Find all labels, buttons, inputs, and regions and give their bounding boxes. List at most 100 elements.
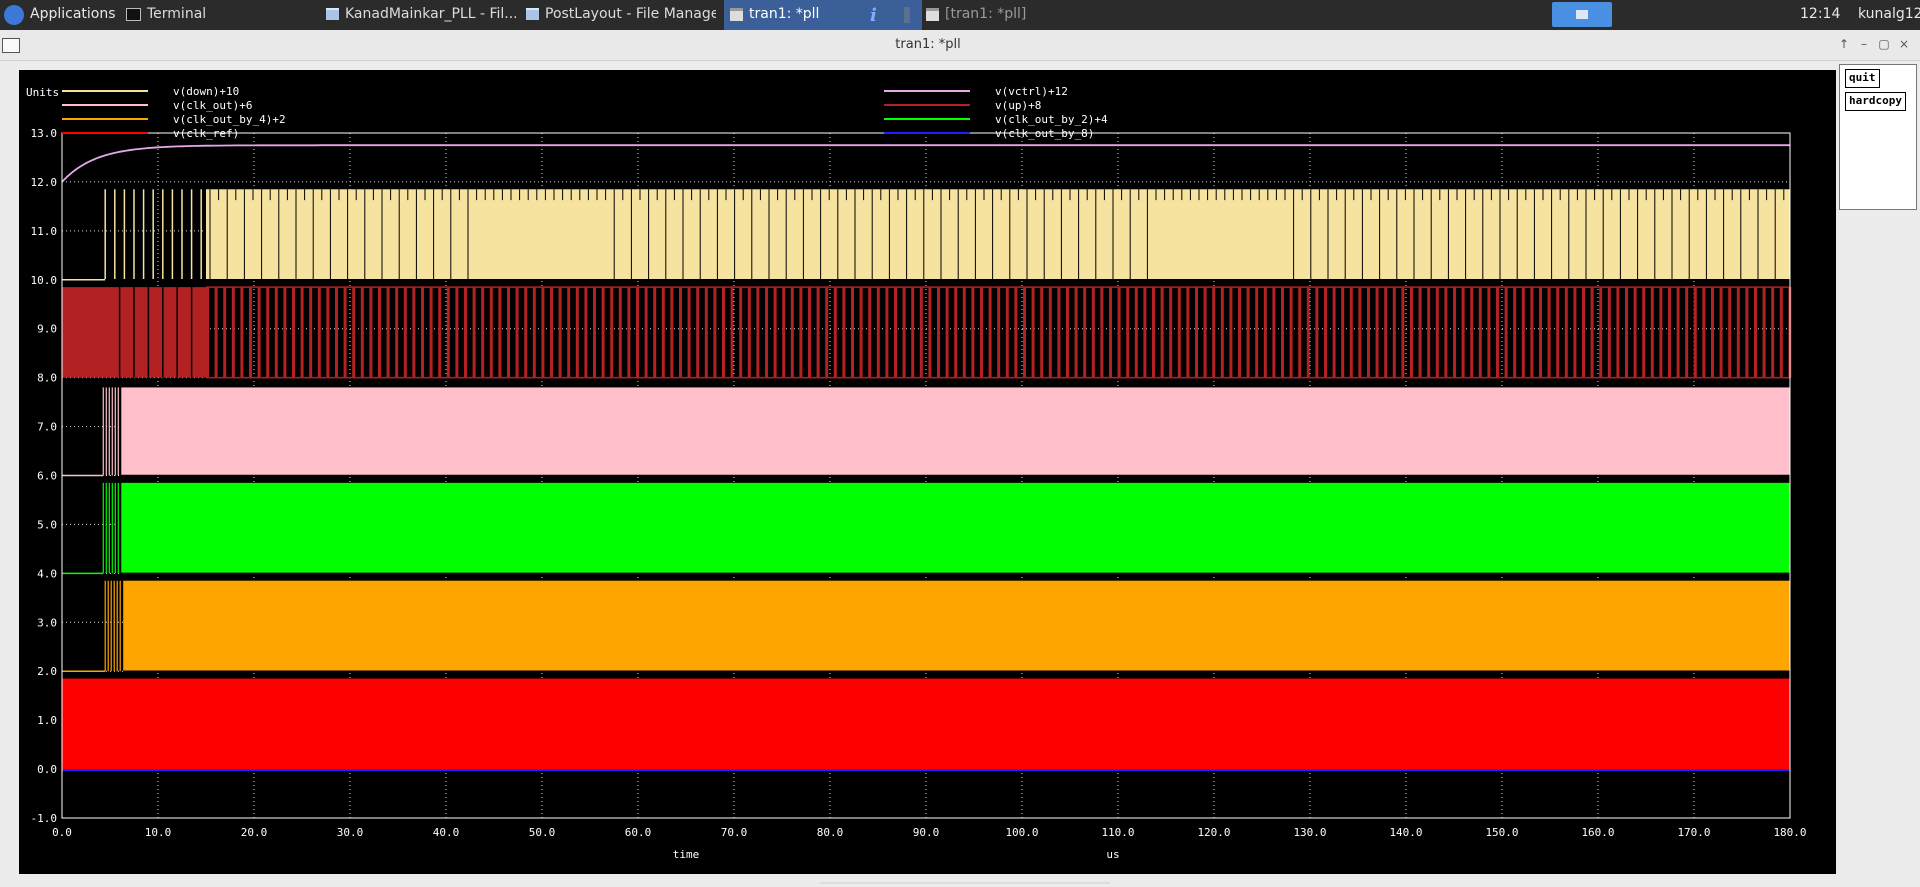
series-fill [121,387,1790,476]
series-pulse [1143,287,1147,378]
y-tick-label: 7.0 [37,421,57,434]
applications-menu[interactable]: Applications [30,0,116,30]
series-pulse [489,287,493,378]
series-pulse [455,287,459,378]
series-pulse [601,287,605,378]
series-fill [121,482,1790,574]
workspace-switcher[interactable] [1552,2,1612,27]
close-icon[interactable]: × [1896,36,1912,52]
series-pulse [1582,287,1585,378]
window-title: tran1: *pll [895,37,961,52]
task-label: [tran1: *pll] [945,6,1027,22]
series-pulse [481,287,485,378]
series-pulse [395,287,399,378]
legend-label: v(clk_out)+6 [173,99,252,112]
series-pulse [851,287,854,378]
task-label: tran1: *pll [749,6,820,22]
legend-label: v(clk_out_by_8) [995,127,1094,140]
series-pulse [1702,287,1706,378]
series-v-up [62,286,1792,379]
series-pulse [1134,287,1138,378]
series-pulse [1650,287,1654,378]
task-terminal[interactable]: Terminal [126,0,316,30]
series-pulse [1349,287,1353,378]
y-tick-label: 12.0 [31,176,58,189]
divider [820,882,1110,884]
series-pulse [1719,287,1723,378]
x-tick-label: 90.0 [913,826,940,839]
series-pulse [1659,287,1663,378]
series-pulse [1779,287,1783,378]
series-pulse [902,287,906,378]
user-name[interactable]: kunalg123 [1858,0,1920,30]
series-pulse [911,287,915,378]
series-pulse [679,287,682,378]
minimize-icon[interactable]: – [1856,36,1872,52]
x-tick-label: 60.0 [625,826,652,839]
series-pulse [1315,287,1319,378]
series-pulse [945,287,949,378]
series-pulse [1633,287,1637,378]
series-pulse [971,287,975,378]
series-fill [123,580,1791,672]
y-tick-label: 13.0 [31,127,58,140]
series-pulse [1410,287,1413,378]
series-pulse [1530,287,1534,378]
series-pulse [1625,287,1628,378]
series-pulse [472,287,476,378]
y-tick-label: 9.0 [37,323,57,336]
legend-label: v(clk_out_by_4)+2 [173,113,286,126]
series-pulse [223,287,227,378]
series-pulse [326,287,330,378]
task-tran1-active[interactable]: tran1: *pll [724,0,922,30]
series-pulse [1375,287,1379,378]
series-pulse [842,287,846,378]
x-tick-label: 140.0 [1389,826,1422,839]
waveform-plot[interactable]: 0.0 10.0 20.0 30.0 40.0 50.0 60.0 70.0 80.0 90.0 1… [19,70,1836,874]
applications-logo-icon[interactable] [4,5,24,25]
y-tick-label: 0.0 [37,763,57,776]
hardcopy-button[interactable]: hardcopy [1845,92,1906,111]
series-pulse [722,287,725,378]
series-pulse [687,287,691,378]
series-pulse [541,287,545,378]
series-pulse [919,287,923,378]
series-pulse [1160,287,1164,378]
series-pulse [704,287,708,378]
quit-button[interactable]: quit [1845,69,1880,88]
series-v-clk-out-by-4-2 [62,580,1791,672]
series-pulse [1401,287,1405,378]
series-pulse [532,287,536,378]
series-pulse [894,287,897,378]
series-pulse [1109,287,1112,378]
series-pulse [378,287,381,378]
series-pulse [360,287,364,378]
task-tran1-minimized[interactable]: [tran1: *pll] [926,0,1116,30]
series-pulse [618,287,622,378]
series-pulse [575,287,579,378]
series-pulse [1195,287,1198,378]
series-pulse [1418,287,1422,378]
shade-icon[interactable]: ↑ [1836,36,1852,52]
series-pulse [524,287,528,378]
x-tick-label: 170.0 [1677,826,1710,839]
legend-label: v(clk_ref) [173,127,239,140]
series-pulse [713,287,717,378]
series-pulse [292,287,295,378]
series-pulse [1203,287,1207,378]
series-pulse [1186,287,1190,378]
series-pulse [868,287,872,378]
series-v-clk-out-6 [62,387,1790,477]
maximize-icon[interactable]: ▢ [1876,36,1892,52]
series-pulse [782,287,786,378]
series-pulse [1358,287,1362,378]
series-v-clk-out-by-2-4 [62,482,1790,575]
series-pulse [1599,287,1603,378]
x-tick-label: 110.0 [1101,826,1134,839]
series-pulse [790,287,794,378]
series-pulse [1246,287,1250,378]
task-file-manager-postlayout[interactable]: PostLayout - File Manager [526,0,716,30]
x-tick-label: 70.0 [721,826,748,839]
task-file-manager-kanad[interactable]: KanadMainkar_PLL - Fil... [326,0,516,30]
series-pulse [816,287,820,378]
